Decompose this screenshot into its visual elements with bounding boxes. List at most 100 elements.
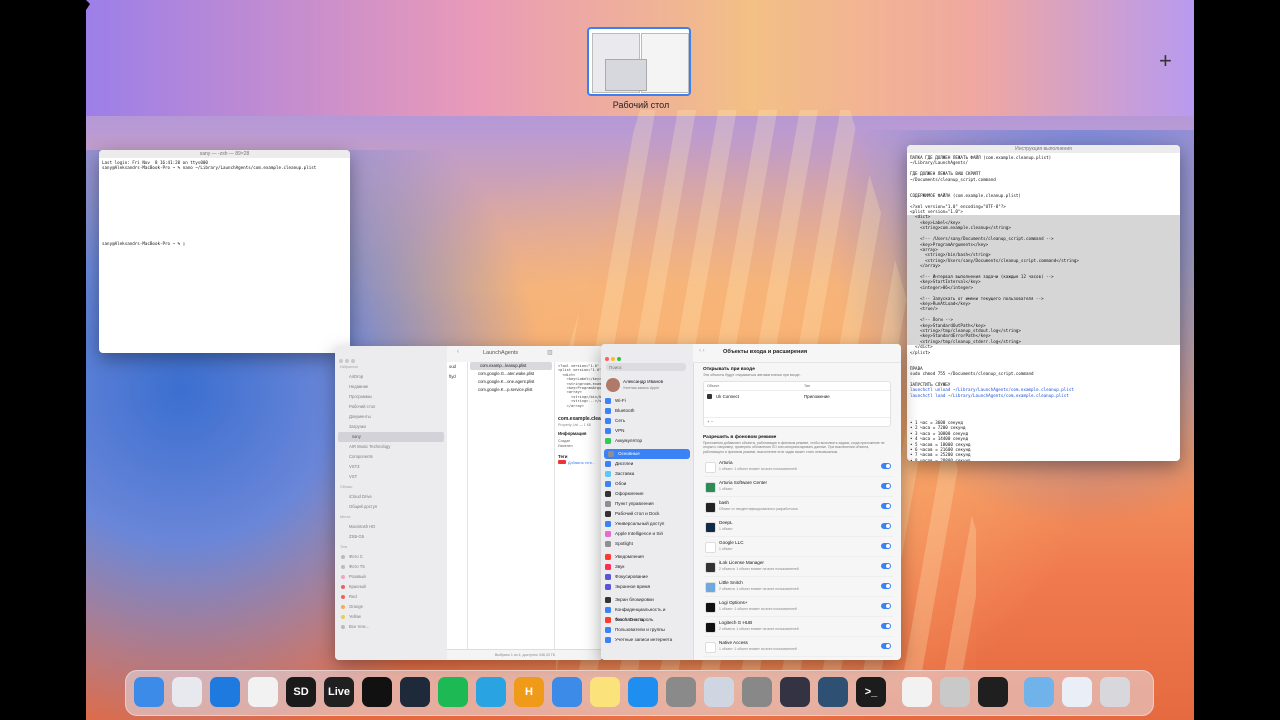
- settings-sidebar-item[interactable]: Экран блокировки: [601, 595, 693, 605]
- settings-sidebar-item[interactable]: Touch ID и пароль: [601, 615, 693, 625]
- finder-sidebar-item[interactable]: Программы: [335, 392, 447, 402]
- settings-search-input[interactable]: [606, 363, 686, 371]
- user-name[interactable]: Александр Иванов: [623, 379, 663, 384]
- background-item-toggle[interactable]: [881, 643, 891, 650]
- chrome-icon[interactable]: [248, 677, 278, 707]
- background-item-toggle[interactable]: [881, 583, 891, 590]
- finder-sidebar-item[interactable]: Рабочий стол: [335, 402, 447, 412]
- background-item-toggle[interactable]: [881, 563, 891, 570]
- settings-sidebar-item[interactable]: Фокусирование: [601, 572, 693, 582]
- settings-sidebar-item[interactable]: Spotlight: [601, 539, 693, 549]
- finder-sidebar-item[interactable]: Yellow: [335, 612, 447, 622]
- sd-app-icon[interactable]: SD: [286, 677, 316, 707]
- background-item-row[interactable]: Logitech G HUB 2 объекта: 1 объект влияет…: [703, 617, 893, 638]
- settings-sidebar-item[interactable]: Пункт управления: [601, 499, 693, 509]
- finder-sidebar-item[interactable]: ZSB-G5: [335, 532, 447, 542]
- background-item-toggle[interactable]: [881, 503, 891, 510]
- settings-sidebar-item[interactable]: Сеть: [601, 416, 693, 426]
- background-item-row[interactable]: DeepL 1 объект: [703, 517, 893, 538]
- audio-app-2-icon[interactable]: [818, 677, 848, 707]
- finder-window[interactable]: Избранное AirDrop Недавние Программы Рабочий…: [335, 346, 603, 660]
- downloads-folder-icon[interactable]: [1024, 677, 1054, 707]
- settings-sidebar-item[interactable]: Уведомления: [601, 552, 693, 562]
- terminal-icon[interactable]: >_: [856, 677, 886, 707]
- background-item-row[interactable]: Little Snitch 2 объекта: 1 объект влияет …: [703, 577, 893, 598]
- settings-sidebar-item[interactable]: Экранное время: [601, 582, 693, 592]
- finder-sidebar-item[interactable]: Загрузки: [335, 422, 447, 432]
- settings-sidebar-item[interactable]: Оформление: [601, 489, 693, 499]
- safari-icon[interactable]: [210, 677, 240, 707]
- instructions-window[interactable]: Инструкция выполнения ПАПКА ГДЕ ДОЛЖЕН Л…: [907, 145, 1180, 461]
- settings-sidebar-item[interactable]: Заставка: [601, 469, 693, 479]
- background-item-row[interactable]: Google LLC 1 объект: [703, 537, 893, 558]
- background-item-toggle[interactable]: [881, 483, 891, 490]
- finder-sidebar-item[interactable]: Розовый: [335, 572, 447, 582]
- desktop-space-thumbnail[interactable]: [587, 27, 691, 96]
- finder-sidebar-item[interactable]: Документы: [335, 412, 447, 422]
- textedit-icon[interactable]: [902, 677, 932, 707]
- plugin-app-icon[interactable]: [742, 677, 772, 707]
- telegram-icon[interactable]: [476, 677, 506, 707]
- background-item-row[interactable]: iLok License Manager 2 объекта: 1 объект …: [703, 557, 893, 578]
- keychain-icon[interactable]: [704, 677, 734, 707]
- finder-sidebar-item[interactable]: Фото С: [335, 552, 447, 562]
- file-row[interactable]: com.google.G...ater.wake.plist: [468, 370, 554, 378]
- finder-sidebar-item[interactable]: AIR Music Technology: [335, 442, 447, 452]
- background-item-row[interactable]: Logi Options+ 1 объект: 1 объект влияет н…: [703, 597, 893, 618]
- settings-sidebar-item[interactable]: Пользователи и группы: [601, 625, 693, 635]
- spotify-icon[interactable]: [438, 677, 468, 707]
- downloads-stack-icon[interactable]: [1062, 677, 1092, 707]
- finder-sidebar-item[interactable]: Красный: [335, 582, 447, 592]
- background-item-toggle[interactable]: [881, 523, 891, 530]
- settings-sidebar-item[interactable]: Дисплеи: [601, 459, 693, 469]
- background-item-row[interactable]: Native Access 1 объект: 1 объект влияет н…: [703, 637, 893, 658]
- finder-sidebar-item[interactable]: Все теги…: [335, 622, 447, 632]
- audio-app-icon[interactable]: [780, 677, 810, 707]
- back-icon[interactable]: ‹: [457, 349, 459, 355]
- terminal-window[interactable]: sany — -zsh — 89×28 Last login: Fri Nov …: [99, 150, 350, 353]
- finder-sidebar-item[interactable]: Macintosh HD: [335, 522, 447, 532]
- file-row[interactable]: com.examp...leanup.plist: [470, 362, 552, 370]
- settings-sidebar-item[interactable]: Универсальный доступ: [601, 519, 693, 529]
- finder-icon[interactable]: [134, 677, 164, 707]
- settings-sidebar-item[interactable]: VPN: [601, 426, 693, 436]
- avatar[interactable]: [606, 378, 620, 392]
- background-item-toggle[interactable]: [881, 623, 891, 630]
- settings-sidebar-item[interactable]: Обои: [601, 479, 693, 489]
- finder-column-item[interactable]: oud: [447, 362, 467, 372]
- activity-monitor-icon[interactable]: [978, 677, 1008, 707]
- file-row[interactable]: com.google.K...one.agent.plist: [468, 378, 554, 386]
- notes-icon[interactable]: [590, 677, 620, 707]
- add-space-button[interactable]: +: [1159, 50, 1172, 72]
- finder-sidebar-item[interactable]: sany: [338, 432, 444, 442]
- settings-sidebar-item[interactable]: Основные: [604, 449, 690, 459]
- green-app-icon[interactable]: [362, 677, 392, 707]
- finder-sidebar-item[interactable]: Фото Т5: [335, 562, 447, 572]
- launchpad-icon[interactable]: [172, 677, 202, 707]
- finder-sidebar-item[interactable]: iCloud Drive: [335, 492, 447, 502]
- system-settings-window[interactable]: Александр Иванов Учетная запись Apple Wi…: [601, 344, 901, 660]
- settings-sidebar-item[interactable]: Apple Intelligence и Siri: [601, 529, 693, 539]
- app-store-icon[interactable]: [628, 677, 658, 707]
- login-item-row[interactable]: Uk Connect Приложение: [704, 391, 890, 401]
- h-app-icon[interactable]: H: [514, 677, 544, 707]
- mail-icon[interactable]: [552, 677, 582, 707]
- finder-sidebar-item[interactable]: Orange: [335, 602, 447, 612]
- terminal-prompt-app-icon[interactable]: [400, 677, 430, 707]
- background-item-row[interactable]: Arturia Software Center 1 объект: [703, 477, 893, 498]
- background-item-toggle[interactable]: [881, 543, 891, 550]
- back-icon[interactable]: ‹ ›: [699, 348, 705, 354]
- background-item-row[interactable]: bash Объект от неидентифицированного разр…: [703, 497, 893, 518]
- add-tags-link[interactable]: Добавить теги…: [568, 461, 595, 465]
- file-row[interactable]: com.google.K...p.service.plist: [468, 386, 554, 394]
- finder-column-item[interactable]: ftyd: [447, 372, 467, 382]
- finder-sidebar-item[interactable]: AirDrop: [335, 372, 447, 382]
- finder-sidebar-item[interactable]: VST3: [335, 462, 447, 472]
- finder-sidebar-item[interactable]: Недавние: [335, 382, 447, 392]
- settings-sidebar-item[interactable]: Звук: [601, 562, 693, 572]
- ableton-live-icon[interactable]: Live: [324, 677, 354, 707]
- background-item-row[interactable]: Arturia 1 объект: 1 объект влияет на всех…: [703, 457, 893, 478]
- settings-sidebar-item[interactable]: Конфиденциальность и безопасность: [601, 605, 693, 622]
- finder-sidebar-item[interactable]: Общий доступ: [335, 502, 447, 512]
- system-settings-icon[interactable]: [666, 677, 696, 707]
